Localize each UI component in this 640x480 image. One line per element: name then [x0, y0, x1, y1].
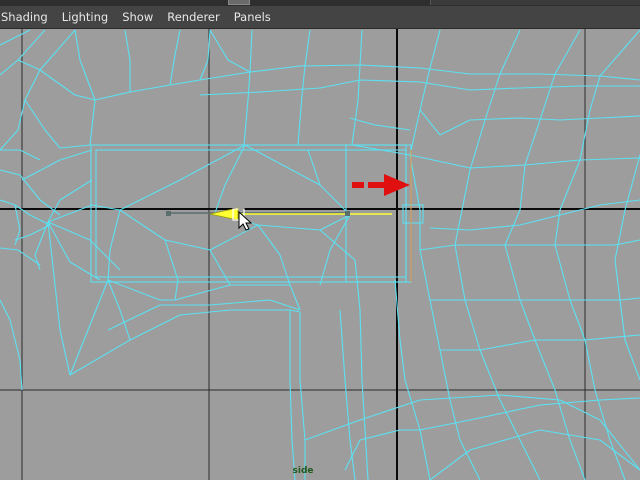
- toolbar-region: [430, 0, 640, 5]
- camera-name-label: side: [292, 466, 314, 476]
- menu-shading[interactable]: Shading: [0, 6, 55, 28]
- menu-lighting[interactable]: Lighting: [55, 6, 115, 28]
- panel-menu-bar: Shading Lighting Show Renderer Panels: [0, 6, 640, 29]
- menu-show[interactable]: Show: [115, 6, 160, 28]
- side-viewport[interactable]: [0, 29, 640, 480]
- toolbar-button[interactable]: [228, 0, 250, 5]
- viewport-canvas[interactable]: [0, 29, 640, 480]
- menu-renderer[interactable]: Renderer: [160, 6, 227, 28]
- red-arrow-annotation-icon: [352, 174, 410, 196]
- menu-panels[interactable]: Panels: [227, 6, 278, 28]
